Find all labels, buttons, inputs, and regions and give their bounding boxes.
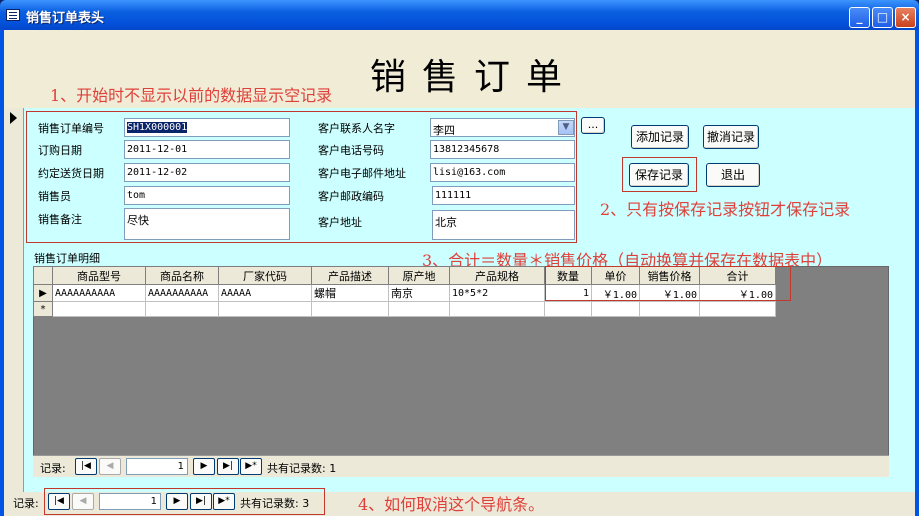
delivery-date-label: 约定送货日期 xyxy=(38,167,104,180)
table-row-new: * xyxy=(33,301,776,317)
prev-record-icon[interactable]: ◀ xyxy=(99,458,121,475)
title-bar[interactable] xyxy=(0,0,919,30)
new-cell[interactable] xyxy=(145,301,219,317)
next-record-icon[interactable]: ▶ xyxy=(193,458,215,475)
cell-origin[interactable]: 南京 xyxy=(388,284,450,302)
close-button[interactable]: × xyxy=(895,7,916,28)
remarks-field[interactable]: 尽快 xyxy=(124,208,290,240)
add-record-button[interactable]: 添加记录 xyxy=(631,125,689,149)
order-no-label: 销售订单编号 xyxy=(38,122,104,135)
cell-vendor[interactable]: AAAAA xyxy=(218,284,312,302)
cell-name[interactable]: AAAAAAAAAA xyxy=(145,284,219,302)
col-header-model[interactable]: 商品型号 xyxy=(52,266,146,285)
current-record-arrow-icon xyxy=(10,112,17,124)
order-date-label: 订购日期 xyxy=(38,144,82,157)
contact-label: 客户联系人名字 xyxy=(318,122,395,135)
new-cell[interactable] xyxy=(52,301,146,317)
annotation-1: 1、开始时不显示以前的数据显示空记录 xyxy=(50,86,333,105)
col-header-name[interactable]: 商品名称 xyxy=(145,266,219,285)
col-header-desc[interactable]: 产品描述 xyxy=(311,266,389,285)
subform-current-record-input[interactable]: 1 xyxy=(126,458,188,475)
contact-combo[interactable]: 李四 xyxy=(430,118,575,137)
delivery-date-field[interactable]: 2011-12-02 xyxy=(124,163,290,182)
ellipsis-button[interactable]: ... xyxy=(581,117,605,134)
subform-record-count: 共有记录数: 1 xyxy=(267,462,337,475)
cell-model[interactable]: AAAAAAAAAA xyxy=(52,284,146,302)
window-title: 销售订单表头 xyxy=(26,11,105,26)
undo-record-button[interactable]: 撤消记录 xyxy=(703,125,759,149)
address-field[interactable]: 北京 xyxy=(432,210,575,240)
cell-spec[interactable]: 10*5*2 xyxy=(449,284,545,302)
maximize-button[interactable]: □ xyxy=(872,7,893,28)
minimize-button[interactable]: _ xyxy=(849,7,870,28)
remarks-label: 销售备注 xyxy=(38,213,82,226)
new-cell[interactable] xyxy=(544,301,592,317)
first-record-icon[interactable]: |◀ xyxy=(75,458,97,475)
zip-label: 客户邮政编码 xyxy=(318,190,384,203)
email-field[interactable]: lisi@163.com xyxy=(430,163,575,182)
form-icon xyxy=(6,9,20,21)
cell-desc[interactable]: 螺帽 xyxy=(311,284,389,302)
order-no-field[interactable]: SH1X000001 xyxy=(124,118,290,137)
col-header-origin[interactable]: 原产地 xyxy=(388,266,450,285)
col-header-spec[interactable]: 产品规格 xyxy=(449,266,545,285)
new-cell[interactable] xyxy=(591,301,640,317)
chevron-down-icon[interactable]: ▼ xyxy=(558,120,574,135)
salesperson-field[interactable]: tom xyxy=(124,186,290,205)
new-cell[interactable] xyxy=(218,301,312,317)
order-no-value: SH1X000001 xyxy=(127,122,188,133)
annotation-box-nav xyxy=(44,488,325,515)
phone-field[interactable]: 13812345678 xyxy=(430,140,575,159)
new-cell[interactable] xyxy=(699,301,776,317)
subform-nav-label: 记录: xyxy=(40,462,66,475)
last-record-icon[interactable]: ▶| xyxy=(217,458,239,475)
main-nav-label: 记录: xyxy=(13,497,39,510)
row-selector-header[interactable] xyxy=(33,266,53,285)
new-record-icon[interactable]: * xyxy=(33,301,53,317)
new-cell[interactable] xyxy=(449,301,545,317)
phone-label: 客户电话号码 xyxy=(318,144,384,157)
col-header-vendor[interactable]: 厂家代码 xyxy=(218,266,312,285)
form-title: 销售订单 xyxy=(370,57,579,98)
annotation-4: 4、如何取消这个导航条。 xyxy=(358,495,545,514)
save-record-button[interactable]: 保存记录 xyxy=(629,163,689,187)
new-cell[interactable] xyxy=(311,301,389,317)
address-label: 客户地址 xyxy=(318,216,362,229)
email-label: 客户电子邮件地址 xyxy=(318,167,406,180)
current-row-arrow-icon[interactable]: ▶ xyxy=(33,284,53,302)
new-cell[interactable] xyxy=(639,301,700,317)
order-date-field[interactable]: 2011-12-01 xyxy=(124,140,290,159)
salesperson-label: 销售员 xyxy=(38,190,71,203)
record-selector[interactable] xyxy=(4,108,24,492)
zip-field[interactable]: 111111 xyxy=(432,186,575,205)
annotation-box-calc xyxy=(545,266,791,301)
subform-label: 销售订单明细 xyxy=(34,252,100,265)
exit-button[interactable]: 退出 xyxy=(706,163,760,187)
new-record-nav-icon[interactable]: ▶* xyxy=(240,458,262,475)
annotation-2: 2、只有按保存记录按钮才保存记录 xyxy=(600,200,851,219)
new-cell[interactable] xyxy=(388,301,450,317)
